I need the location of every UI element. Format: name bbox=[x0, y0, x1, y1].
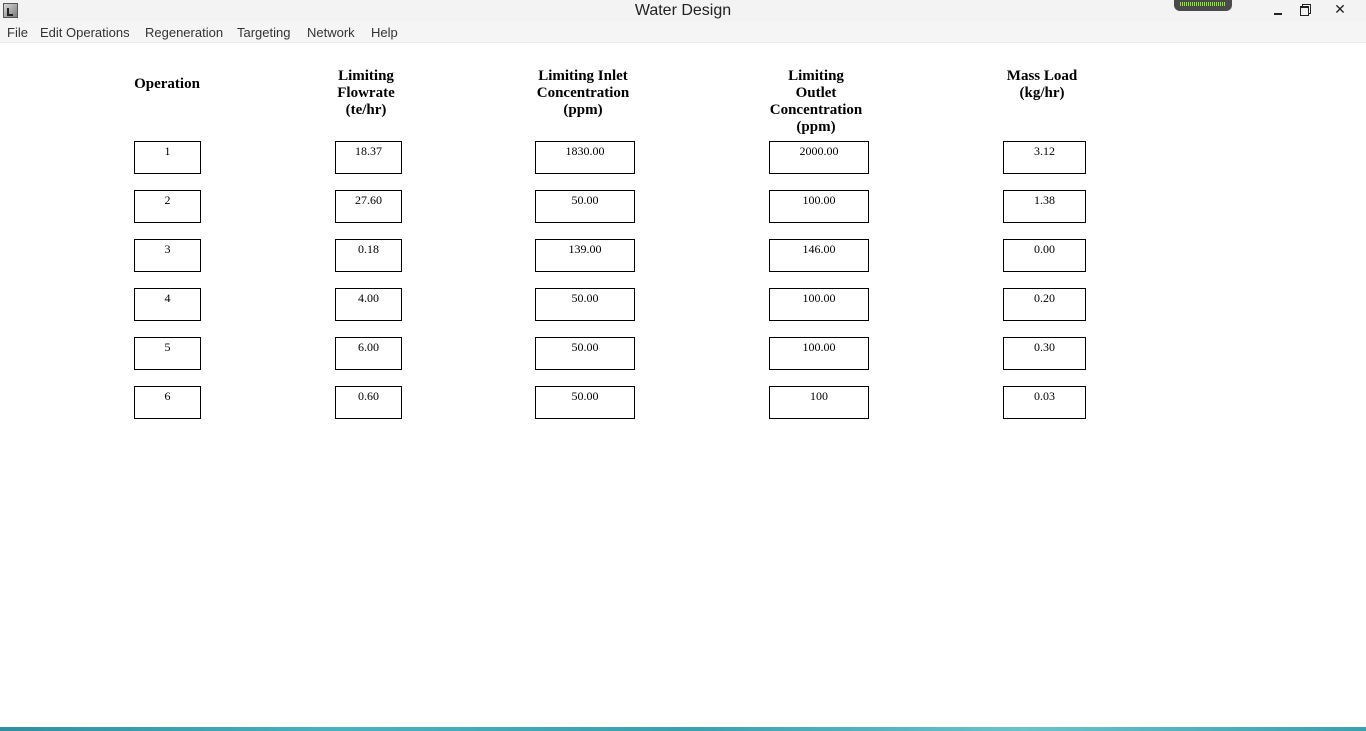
operation-field[interactable]: 4 bbox=[134, 288, 201, 321]
outlet-concentration-field[interactable]: 100 bbox=[769, 386, 869, 419]
outlet-concentration-field[interactable]: 146.00 bbox=[769, 239, 869, 272]
mass-load-field[interactable]: 3.12 bbox=[1003, 141, 1086, 174]
flowrate-field[interactable]: 0.18 bbox=[335, 239, 402, 272]
header-mass-load: Mass Load (kg/hr) bbox=[1006, 68, 1078, 101]
title-bar[interactable]: Water Design ✕ bbox=[0, 0, 1366, 22]
restore-button[interactable] bbox=[1292, 0, 1316, 20]
inlet-concentration-field[interactable]: 50.00 bbox=[535, 190, 635, 223]
menu-network[interactable]: Network bbox=[307, 25, 355, 40]
menu-edit-operations[interactable]: Edit Operations bbox=[40, 25, 130, 40]
flowrate-field[interactable]: 0.60 bbox=[335, 386, 402, 419]
menu-bar: File Edit Operations Regeneration Target… bbox=[0, 22, 1366, 43]
mass-load-field[interactable]: 0.20 bbox=[1003, 288, 1086, 321]
menu-regeneration[interactable]: Regeneration bbox=[145, 25, 223, 40]
mass-load-field[interactable]: 1.38 bbox=[1003, 190, 1086, 223]
inlet-concentration-field[interactable]: 50.00 bbox=[535, 386, 635, 419]
operation-field[interactable]: 2 bbox=[134, 190, 201, 223]
flowrate-field[interactable]: 18.37 bbox=[335, 141, 402, 174]
app-window: Water Design ✕ File Edit Operations Rege… bbox=[0, 0, 1366, 731]
inlet-concentration-field[interactable]: 50.00 bbox=[535, 288, 635, 321]
flowrate-field[interactable]: 4.00 bbox=[335, 288, 402, 321]
operation-field[interactable]: 6 bbox=[134, 386, 201, 419]
tray-meter-icon[interactable] bbox=[1174, 0, 1232, 11]
inlet-concentration-field[interactable]: 139.00 bbox=[535, 239, 635, 272]
outlet-concentration-field[interactable]: 100.00 bbox=[769, 190, 869, 223]
header-limiting-outlet-concentration: Limiting Outlet Concentration (ppm) bbox=[769, 68, 863, 135]
menu-file[interactable]: File bbox=[7, 25, 28, 40]
inlet-concentration-field[interactable]: 1830.00 bbox=[535, 141, 635, 174]
mass-load-field[interactable]: 0.03 bbox=[1003, 386, 1086, 419]
operation-field[interactable]: 3 bbox=[134, 239, 201, 272]
header-limiting-inlet-concentration: Limiting Inlet Concentration (ppm) bbox=[536, 68, 630, 118]
operation-field[interactable]: 5 bbox=[134, 337, 201, 370]
operation-field[interactable]: 1 bbox=[134, 141, 201, 174]
flowrate-field[interactable]: 6.00 bbox=[335, 337, 402, 370]
header-limiting-flowrate: Limiting Flowrate (te/hr) bbox=[337, 68, 395, 118]
outlet-concentration-field[interactable]: 100.00 bbox=[769, 288, 869, 321]
outlet-concentration-field[interactable]: 2000.00 bbox=[769, 141, 869, 174]
mass-load-field[interactable]: 0.30 bbox=[1003, 337, 1086, 370]
window-title: Water Design bbox=[634, 2, 732, 19]
inlet-concentration-field[interactable]: 50.00 bbox=[535, 337, 635, 370]
taskbar-edge bbox=[0, 727, 1366, 731]
menu-help[interactable]: Help bbox=[371, 25, 398, 40]
outlet-concentration-field[interactable]: 100.00 bbox=[769, 337, 869, 370]
header-operation: Operation bbox=[134, 76, 200, 92]
close-button[interactable]: ✕ bbox=[1318, 0, 1362, 20]
minimize-button[interactable] bbox=[1266, 0, 1290, 20]
mass-load-field[interactable]: 0.00 bbox=[1003, 239, 1086, 272]
flowrate-field[interactable]: 27.60 bbox=[335, 190, 402, 223]
menu-targeting[interactable]: Targeting bbox=[237, 25, 290, 40]
